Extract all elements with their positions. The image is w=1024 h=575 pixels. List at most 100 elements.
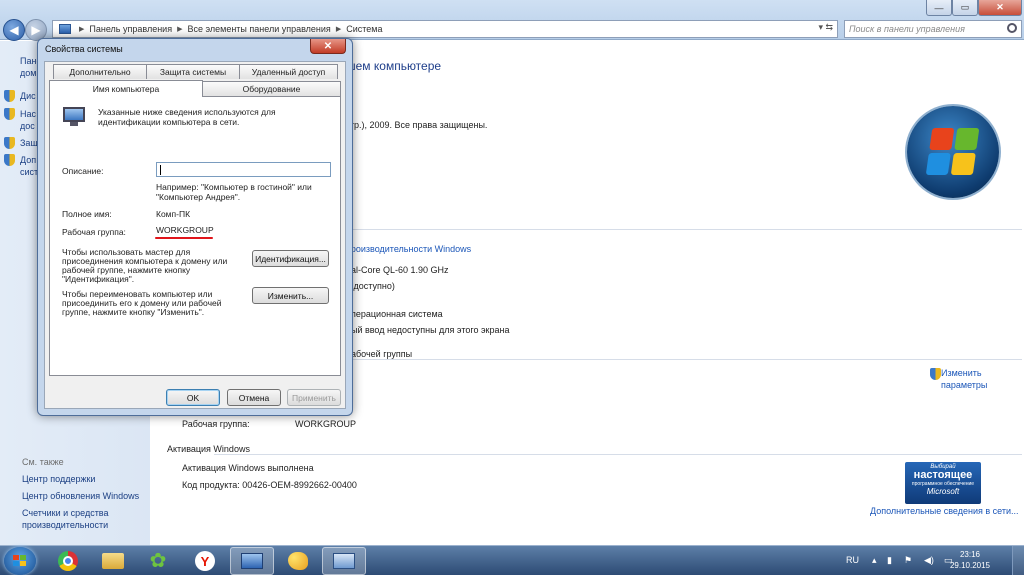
volume-icon[interactable]: ◀) <box>924 555 934 566</box>
description-label: Описание: <box>62 166 104 176</box>
sidebar-item-advanced-settings[interactable]: Доп <box>20 154 36 166</box>
windows-logo <box>907 106 999 198</box>
chevron-right-icon[interactable]: ▶ <box>177 25 182 33</box>
start-button[interactable] <box>4 547 36 575</box>
intro-line-1: Указанные ниже сведения используются для <box>98 107 276 117</box>
sidebar-item-remote-settings-2[interactable]: дос <box>20 120 35 132</box>
tab-computer-name[interactable]: Имя компьютера <box>49 80 203 97</box>
minimize-button[interactable]: — <box>926 0 952 16</box>
change-button[interactable]: Изменить... <box>252 287 329 304</box>
full-name-label: Полное имя: <box>62 209 112 219</box>
tray-arrow-icon[interactable]: ▴ <box>872 555 877 566</box>
tab-system-protection[interactable]: Защита системы <box>146 64 240 79</box>
refresh-icon[interactable]: ▾ ⇆ <box>818 22 833 33</box>
show-desktop-button[interactable] <box>1012 546 1024 575</box>
processor-value: ual-Core QL-60 1.90 GHz <box>346 265 449 275</box>
search-placeholder: Поиск в панели управления <box>849 24 965 34</box>
taskbar-control-panel[interactable] <box>230 547 274 575</box>
taskbar-explorer[interactable] <box>91 547 135 575</box>
genuine-line-4: Microsoft <box>926 487 960 496</box>
computer-name-section-header: рабочей группы <box>346 349 413 359</box>
copyright-text: orp.), 2009. Все права защищены. <box>346 120 488 130</box>
more-info-link[interactable]: Дополнительные сведения в сети... <box>870 506 1019 516</box>
apply-button[interactable]: Применить <box>287 389 341 406</box>
workgroup-value: WORKGROUP <box>295 419 357 429</box>
paint-icon <box>288 552 308 570</box>
link-performance-tools-2[interactable]: производительности <box>22 519 108 531</box>
bottom-section <box>150 443 1024 545</box>
dialog-body: Дополнительно Защита системы Удаленный д… <box>44 61 346 409</box>
breadcrumb-system[interactable]: Система <box>346 24 382 34</box>
shield-icon <box>930 368 941 380</box>
sidebar-item-advanced-settings-2[interactable]: сист <box>20 166 38 178</box>
workgroup-label: Рабочая группа: <box>62 227 126 237</box>
tab-remote[interactable]: Удаленный доступ <box>239 64 338 79</box>
language-indicator[interactable]: RU <box>846 555 859 565</box>
tab-hardware[interactable]: Оборудование <box>202 81 341 96</box>
action-center-icon[interactable]: ⚑ <box>904 555 912 566</box>
intro-line-2: идентификации компьютера в сети. <box>98 117 240 127</box>
ram-value: 5 доступно) <box>346 281 395 291</box>
back-button[interactable]: ◀ <box>3 19 25 41</box>
ok-button[interactable]: OK <box>166 389 220 406</box>
taskbar-system-properties[interactable] <box>322 547 366 575</box>
example-line-2: "Компьютер Андрея". <box>156 192 241 202</box>
page-title: шем компьютере <box>346 59 442 73</box>
taskbar-yandex[interactable]: Y <box>183 547 227 575</box>
performance-index-link[interactable]: производительности Windows <box>346 244 471 254</box>
computer-icon <box>63 107 85 127</box>
breadcrumb-control-panel[interactable]: Панель управления <box>89 24 172 34</box>
window-controls: — ▭ ✕ <box>926 0 1022 16</box>
text-caret <box>160 165 161 175</box>
cancel-button[interactable]: Отмена <box>227 389 281 406</box>
activation-status: Активация Windows выполнена <box>182 463 314 473</box>
dialog-title: Свойства системы <box>45 44 123 54</box>
network-icon[interactable]: ▮ <box>887 555 892 566</box>
maximize-button[interactable]: ▭ <box>952 0 978 16</box>
computer-name-page: Указанные ниже сведения используются для… <box>49 96 341 376</box>
title-bar: — ▭ ✕ ◀ ▶ ▶ Панель управления ▶ Все элем… <box>0 0 1024 41</box>
pen-touch-value: ный ввод недоступны для этого экрана <box>346 325 510 335</box>
system-properties-icon <box>333 553 355 569</box>
identify-button[interactable]: Идентификация... <box>252 250 329 267</box>
sidebar-item-device-manager[interactable]: Дис <box>20 90 36 102</box>
breadcrumb-all-items[interactable]: Все элементы панели управления <box>187 24 330 34</box>
taskbar-paint[interactable] <box>276 547 320 575</box>
sidebar-item-system-protection[interactable]: Защ <box>20 137 38 149</box>
clock[interactable]: 23:16 29.10.2015 <box>950 549 990 571</box>
taskbar-chrome[interactable] <box>46 547 90 575</box>
system-type-value: операционная система <box>346 309 443 319</box>
clock-date: 29.10.2015 <box>949 561 990 570</box>
change-settings-link-2[interactable]: параметры <box>941 380 987 390</box>
link-action-center[interactable]: Центр поддержки <box>22 473 95 485</box>
product-id: Код продукта: 00426-OEM-8992662-00400 <box>182 480 357 490</box>
taskbar: ✿ Y RU ▴ ▮ ⚑ ◀) ▭ 23:16 29.10.2015 <box>0 545 1024 575</box>
close-button[interactable]: ✕ <box>978 0 1022 16</box>
link-performance-tools[interactable]: Счетчики и средства <box>22 507 109 519</box>
link-windows-update[interactable]: Центр обновления Windows <box>22 490 139 502</box>
sidebar-item-remote-settings[interactable]: Нас <box>20 108 36 120</box>
divider <box>346 229 1022 230</box>
genuine-microsoft-badge[interactable]: Выбирай настоящее программное обеспечени… <box>905 462 981 504</box>
control-panel-icon <box>241 553 263 569</box>
search-input[interactable]: Поиск в панели управления <box>844 20 1022 38</box>
shield-icon <box>4 154 15 166</box>
divider <box>346 359 1022 360</box>
dialog-close-button[interactable]: ✕ <box>310 39 346 54</box>
address-bar[interactable]: ▶ Панель управления ▶ Все элементы панел… <box>52 20 838 38</box>
chevron-right-icon[interactable]: ▶ <box>79 25 84 33</box>
shield-icon <box>4 90 15 102</box>
workgroup-value: WORKGROUP <box>156 225 214 235</box>
search-icon[interactable] <box>1007 23 1017 33</box>
example-line-1: Например: "Компьютер в гостиной" или <box>156 182 312 192</box>
folder-icon <box>102 553 124 569</box>
tab-advanced[interactable]: Дополнительно <box>53 64 147 79</box>
workgroup-label: Рабочая группа: <box>182 419 250 429</box>
chevron-right-icon[interactable]: ▶ <box>336 25 341 33</box>
taskbar-icq[interactable]: ✿ <box>136 547 180 575</box>
genuine-line-2: настоящее <box>913 469 973 481</box>
activation-header: Активация Windows <box>167 444 250 454</box>
change-settings-link[interactable]: Изменить <box>941 368 982 378</box>
description-field[interactable] <box>156 162 331 177</box>
sidebar-item-control-panel-home-2[interactable]: дом <box>20 67 36 79</box>
